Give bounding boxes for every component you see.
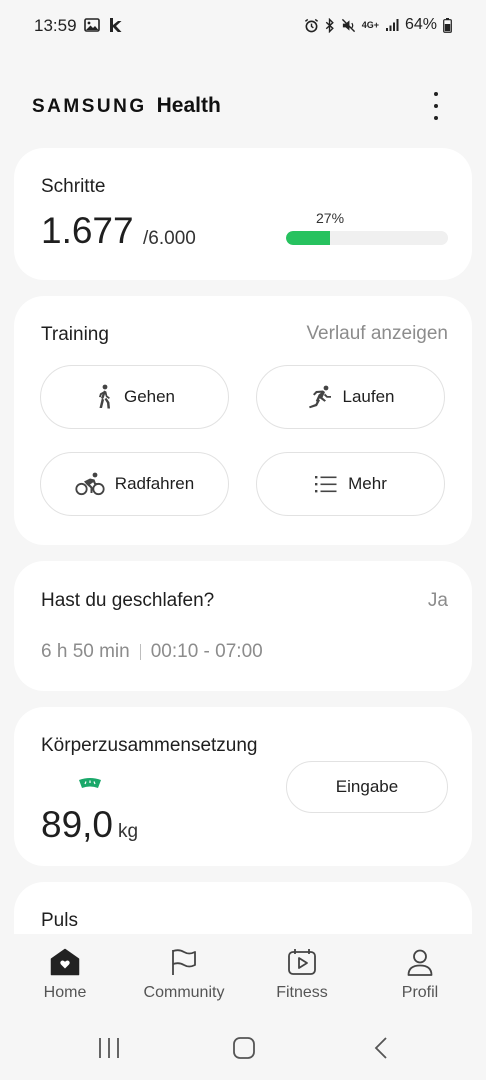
more-options-icon[interactable]	[432, 92, 440, 120]
profile-icon	[407, 949, 433, 976]
flag-icon	[172, 949, 196, 975]
home-button[interactable]	[232, 1036, 256, 1060]
sleep-duration: 6 h 50 min	[41, 641, 130, 662]
cycling-button[interactable]: Radfahren	[40, 452, 229, 516]
bluetooth-icon	[325, 17, 334, 33]
cycling-label: Radfahren	[114, 474, 195, 493]
screen: 13:59 4G+ 64% SAMSUNG Health Schritte 1.…	[0, 0, 486, 1080]
app-logo: SAMSUNG Health	[32, 94, 221, 118]
sleep-question: Hast du geschlafen?	[41, 590, 215, 611]
status-time: 13:59	[34, 16, 77, 35]
body-composition-card[interactable]: Körperzusammensetzung 89,0 kg Eingabe	[14, 707, 472, 866]
list-icon	[315, 476, 337, 493]
body-composition-title: Körperzusammensetzung	[41, 735, 258, 756]
nav-home[interactable]: Home	[10, 948, 120, 1002]
training-card: Training Verlauf anzeigen Gehen Laufen R…	[14, 296, 472, 545]
sleep-info: 6 h 50 min 00:10 - 07:00	[41, 641, 263, 663]
signal-icon	[385, 19, 399, 31]
weight-gauge-icon	[79, 778, 101, 788]
nav-fitness[interactable]: Fitness	[247, 948, 357, 1002]
battery-percent: 64%	[404, 16, 437, 33]
image-icon	[84, 18, 100, 32]
weight-value: 89,0	[41, 804, 114, 845]
nav-profile[interactable]: Profil	[365, 948, 475, 1002]
sleep-divider	[139, 644, 141, 660]
k-app-icon	[110, 18, 122, 32]
mute-icon	[341, 18, 355, 32]
steps-progress-bar	[286, 231, 448, 245]
nav-home-label: Home	[43, 984, 87, 1001]
home-icon	[50, 948, 80, 976]
nav-community[interactable]: Community	[129, 948, 239, 1002]
sleep-card[interactable]: Hast du geschlafen? Ja 6 h 50 min 00:10 …	[14, 561, 472, 691]
sleep-time-range: 00:10 - 07:00	[150, 641, 263, 662]
recents-button[interactable]	[98, 1036, 120, 1060]
running-label: Laufen	[342, 387, 395, 406]
nav-fitness-label: Fitness	[276, 984, 328, 1001]
weight-unit: kg	[118, 821, 139, 842]
alarm-icon	[304, 18, 318, 32]
system-navigation-bar	[0, 1020, 486, 1080]
app-header: SAMSUNG Health	[32, 86, 458, 126]
training-title: Training	[41, 324, 109, 345]
steps-goal: /6.000	[143, 228, 196, 249]
sleep-yes-button[interactable]: Ja	[428, 590, 448, 612]
status-left-icons	[84, 17, 122, 33]
fitness-video-icon	[288, 949, 316, 975]
steps-progress-fill	[286, 231, 330, 245]
walking-label: Gehen	[123, 387, 176, 406]
steps-value: 1.677	[41, 210, 134, 251]
steps-card[interactable]: Schritte 1.677 /6.000 27%	[14, 148, 472, 280]
running-icon	[308, 385, 331, 409]
more-label: Mehr	[348, 474, 387, 493]
more-workouts-button[interactable]: Mehr	[256, 452, 445, 516]
steps-title: Schritte	[41, 176, 106, 197]
pulse-title: Puls	[41, 910, 78, 931]
status-right-icons: 4G+ 64%	[304, 16, 452, 34]
input-weight-button[interactable]: Eingabe	[286, 761, 448, 813]
brand-samsung: SAMSUNG	[32, 96, 147, 117]
walking-button[interactable]: Gehen	[40, 365, 229, 429]
view-history-link[interactable]: Verlauf anzeigen	[306, 323, 448, 345]
network-type: 4G+	[361, 19, 379, 30]
steps-percent: 27%	[316, 210, 345, 226]
cycling-icon	[75, 472, 105, 496]
nav-profile-label: Profil	[401, 984, 439, 1001]
battery-icon	[443, 17, 452, 33]
nav-community-label: Community	[143, 984, 225, 1001]
brand-health: Health	[156, 94, 221, 117]
bottom-navigation: Home Community Fitness Profil	[0, 934, 486, 1020]
back-button[interactable]	[372, 1036, 390, 1060]
walking-icon	[98, 384, 110, 409]
status-bar: 13:59 4G+ 64%	[0, 0, 486, 54]
running-button[interactable]: Laufen	[256, 365, 445, 429]
